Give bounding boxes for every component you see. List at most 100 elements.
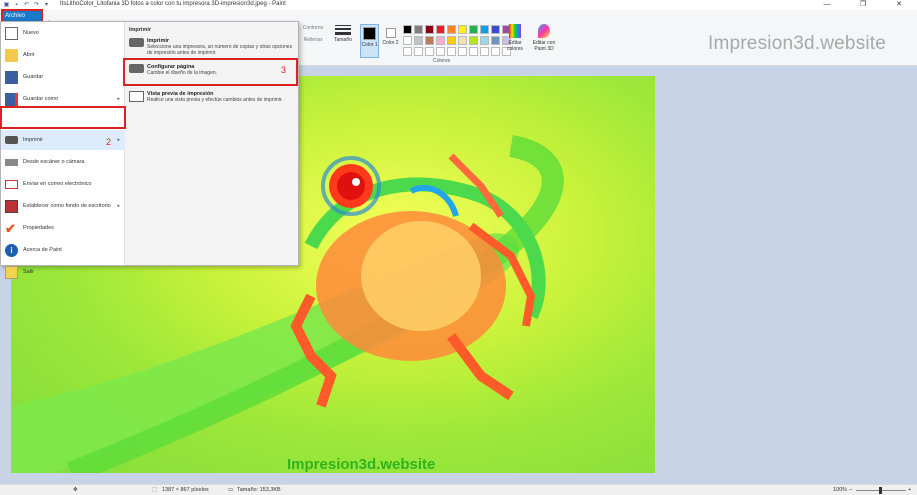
- size-tool[interactable]: Tamaño: [331, 25, 355, 43]
- paint3d-label: Editar con Paint 3D: [532, 40, 556, 52]
- palette-swatch[interactable]: [458, 25, 467, 34]
- menu-item-label: Nuevo: [23, 30, 39, 36]
- email-icon: [5, 179, 18, 189]
- color2-label: Color 2: [382, 40, 399, 46]
- save-icon[interactable]: ▪: [13, 2, 20, 9]
- open-folder-icon: [5, 48, 18, 62]
- palette-swatch[interactable]: [491, 36, 500, 45]
- color2-button[interactable]: Color 2: [381, 24, 400, 46]
- maximize-button[interactable]: ❐: [845, 0, 881, 10]
- submenu-item-desc: Seleccione una impresora, un número de c…: [147, 44, 293, 56]
- palette-swatch[interactable]: [447, 47, 456, 56]
- zoom-level: 100%: [833, 487, 848, 493]
- palette-swatch[interactable]: [403, 25, 412, 34]
- menu-item-label: Guardar como: [23, 96, 59, 102]
- file-size: Tamaño: 153,3KB: [237, 487, 281, 493]
- outline-tool[interactable]: Contorno: [300, 25, 326, 31]
- image-dimensions-icon: ⬚: [152, 487, 158, 493]
- file-size-icon: ▭: [228, 487, 234, 493]
- dropdown-icon[interactable]: ▾: [43, 2, 50, 9]
- menu-item-about[interactable]: i Acerca de Paint: [1, 240, 125, 260]
- palette-swatch[interactable]: [469, 25, 478, 34]
- menu-item-exit[interactable]: Salir: [1, 262, 125, 282]
- annotation-box-2: [0, 106, 126, 129]
- redo-icon[interactable]: ↷: [33, 2, 40, 9]
- palette-swatch[interactable]: [436, 47, 445, 56]
- palette-swatch[interactable]: [480, 47, 489, 56]
- menu-item-properties[interactable]: ✔ Propiedades: [1, 218, 125, 238]
- palette-swatch[interactable]: [447, 25, 456, 34]
- menu-item-email[interactable]: Enviar en correo electrónico: [1, 174, 125, 194]
- menu-item-label: Enviar en correo electrónico: [23, 181, 92, 187]
- palette-swatch[interactable]: [469, 47, 478, 56]
- fill-tool[interactable]: Rellenar: [300, 37, 326, 43]
- menu-item-label: Establecer como fondo de escritorio: [23, 203, 111, 209]
- menu-item-label: Guardar: [23, 74, 44, 80]
- submenu-arrow-icon: ▸: [117, 96, 120, 102]
- palette-swatch[interactable]: [414, 47, 423, 56]
- zoom-out-icon[interactable]: −: [849, 487, 852, 493]
- status-bar: ✥ ⬚ 1387 × 867 píxeles ▭ Tamaño: 153,3KB…: [0, 484, 917, 495]
- ribbon-brand-text: Impresion3d.website: [708, 33, 887, 54]
- exit-icon: [5, 265, 18, 279]
- annotation-number-3: 3: [281, 65, 287, 75]
- paint3d-button[interactable]: Editar con Paint 3D: [530, 24, 558, 52]
- paint3d-icon: [538, 24, 550, 38]
- zoom-in-icon[interactable]: +: [908, 487, 911, 493]
- quick-access-toolbar: ▣ ▪ ↶ ↷ ▾: [0, 2, 50, 9]
- menu-item-label: Abrir: [23, 52, 35, 58]
- save-icon: [5, 70, 18, 84]
- palette-swatch[interactable]: [436, 25, 445, 34]
- menu-item-label: Imprimir: [23, 137, 43, 143]
- color-palette: [403, 25, 511, 56]
- palette-swatch[interactable]: [425, 47, 434, 56]
- zoom-slider-thumb[interactable]: [879, 487, 882, 494]
- menu-item-new[interactable]: Nuevo: [1, 23, 125, 43]
- palette-swatch[interactable]: [425, 36, 434, 45]
- edit-colors-button[interactable]: Editar colores: [505, 24, 525, 52]
- palette-swatch[interactable]: [491, 25, 500, 34]
- palette-swatch[interactable]: [403, 36, 412, 45]
- palette-swatch[interactable]: [491, 47, 500, 56]
- menu-item-save[interactable]: Guardar: [1, 67, 125, 87]
- palette-swatch[interactable]: [425, 25, 434, 34]
- checkmark-icon: ✔: [5, 220, 16, 236]
- palette-swatch[interactable]: [458, 36, 467, 45]
- palette-swatch[interactable]: [469, 36, 478, 45]
- move-cursor-icon: ✥: [73, 487, 78, 493]
- palette-swatch[interactable]: [480, 25, 489, 34]
- menu-item-label: Acerca de Paint: [23, 247, 62, 253]
- size-icon: [335, 25, 351, 35]
- annotation-number-2: 2: [106, 137, 112, 147]
- size-label: Tamaño: [334, 37, 352, 43]
- palette-swatch[interactable]: [403, 47, 412, 56]
- submenu-item-print-preview[interactable]: Vista previa de impresión Realice una vi…: [127, 88, 295, 114]
- color-wheel-icon: [509, 24, 521, 38]
- undo-icon[interactable]: ↶: [23, 2, 30, 9]
- paint-app-icon: ▣: [3, 1, 10, 8]
- colors-group-label: Colores: [433, 58, 451, 64]
- scanner-icon: [5, 158, 18, 166]
- desktop-icon: [5, 199, 18, 213]
- info-icon: i: [5, 243, 18, 257]
- menu-item-set-desktop[interactable]: Establecer como fondo de escritorio ▸: [1, 196, 125, 216]
- color1-label: Color 1: [361, 42, 378, 48]
- submenu-arrow-icon: ▸: [117, 203, 120, 209]
- close-button[interactable]: ✕: [881, 0, 917, 10]
- menu-item-scanner[interactable]: Desde escáner o cámara: [1, 152, 125, 172]
- window-controls: — ❐ ✕: [809, 0, 917, 10]
- palette-swatch[interactable]: [436, 36, 445, 45]
- outline-label: Contorno: [302, 25, 324, 31]
- palette-swatch[interactable]: [480, 36, 489, 45]
- menu-item-label: Desde escáner o cámara: [23, 159, 85, 165]
- menu-item-label: Propiedades: [23, 225, 54, 231]
- save-as-icon: [5, 92, 18, 106]
- palette-swatch[interactable]: [414, 25, 423, 34]
- palette-swatch[interactable]: [447, 36, 456, 45]
- color1-button[interactable]: Color 1: [360, 24, 379, 58]
- palette-swatch[interactable]: [458, 47, 467, 56]
- title-bar: ▣ ▪ ↶ ↷ ▾ ItsLithoColor_Litofania 3D fot…: [0, 0, 917, 10]
- minimize-button[interactable]: —: [809, 0, 845, 10]
- palette-swatch[interactable]: [414, 36, 423, 45]
- menu-item-open[interactable]: Abrir: [1, 45, 125, 65]
